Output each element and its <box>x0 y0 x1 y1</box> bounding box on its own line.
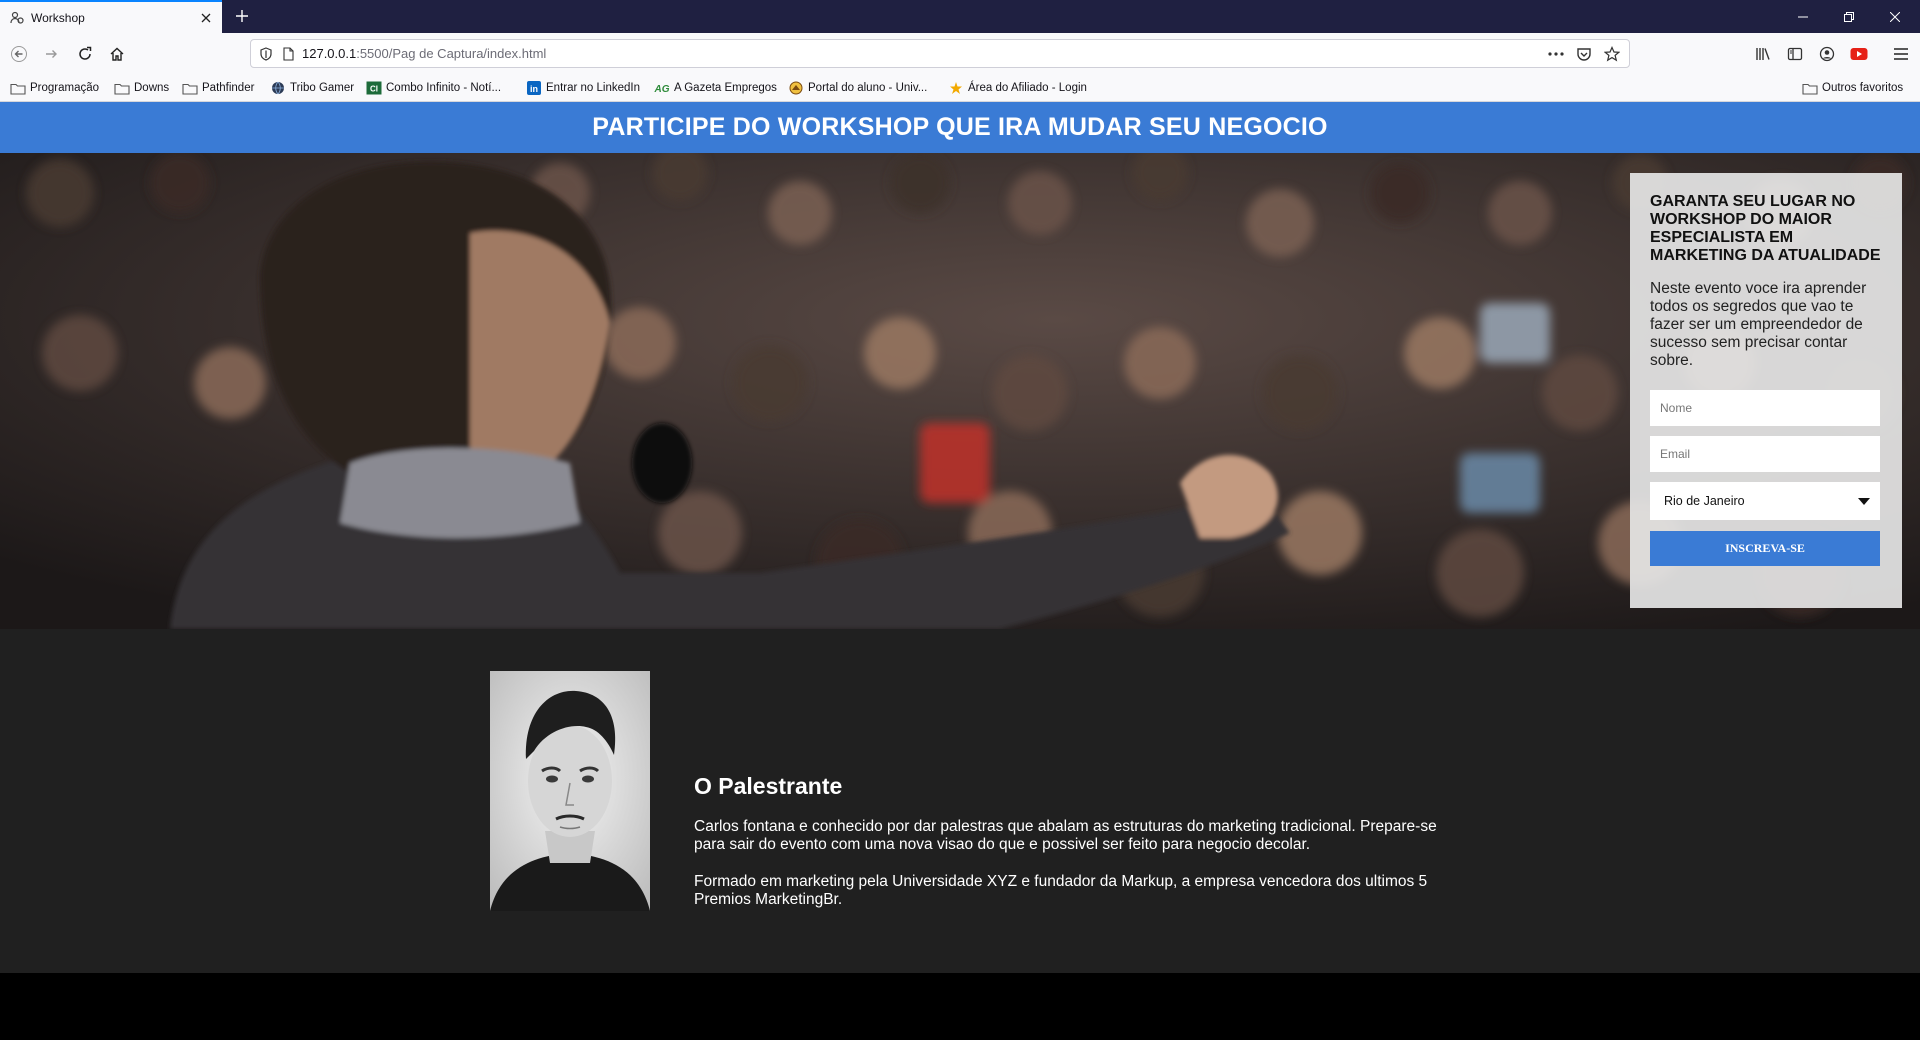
menu-icon[interactable] <box>1888 41 1914 67</box>
folder-icon <box>1802 81 1818 95</box>
bookmark-combo-infinito[interactable]: CI Combo Infinito - Notí... <box>366 80 501 96</box>
bookmark-portal-aluno[interactable]: Portal do aluno - Univ... <box>788 80 927 96</box>
browser-tab-workshop[interactable]: Workshop <box>0 0 222 33</box>
bookmark-star-icon[interactable] <box>1603 45 1621 63</box>
page-actions-icon[interactable] <box>1547 45 1565 63</box>
folder-icon <box>114 81 130 95</box>
pocket-icon[interactable] <box>1575 45 1593 63</box>
email-field[interactable] <box>1650 436 1880 472</box>
bookmark-label: Área do Afiliado - Login <box>968 82 1087 94</box>
bookmark-programacao[interactable]: Programação <box>10 80 99 96</box>
gazeta-icon: AG <box>654 81 670 95</box>
bookmark-label: A Gazeta Empregos <box>674 82 777 94</box>
bookmark-label: Entrar no LinkedIn <box>546 82 640 94</box>
svg-text:AG: AG <box>654 84 670 95</box>
url-text[interactable]: 127.0.0.1:5500/Pag de Captura/index.html <box>302 46 1547 61</box>
bookmark-label: Portal do aluno - Univ... <box>808 82 928 94</box>
city-select-value: Rio de Janeiro <box>1664 494 1745 508</box>
name-field[interactable] <box>1650 390 1880 426</box>
url-bar[interactable]: 127.0.0.1:5500/Pag de Captura/index.html <box>250 39 1630 68</box>
sidebar-icon[interactable] <box>1782 41 1808 67</box>
bookmarks-toolbar: Programação Downs Pathfinder Tribo Gamer… <box>0 74 1920 102</box>
browser-tabbar: Workshop <box>0 0 1920 33</box>
form-description: Neste evento voce ira aprender todos os … <box>1650 280 1867 369</box>
top-banner: PARTICIPE DO WORKSHOP QUE IRA MUDAR SEU … <box>0 102 1920 153</box>
speaker-bio-paragraph: Carlos fontana e conhecido por dar pales… <box>694 818 1437 853</box>
forward-icon[interactable] <box>38 41 64 67</box>
tab-title: Workshop <box>31 10 85 25</box>
subscribe-button[interactable]: INSCREVA-SE <box>1650 531 1880 566</box>
page-viewport: PARTICIPE DO WORKSHOP QUE IRA MUDAR SEU … <box>0 102 1920 1040</box>
bookmark-tribo-gamer[interactable]: Tribo Gamer <box>270 80 354 96</box>
youtube-extension-icon[interactable] <box>1846 41 1872 67</box>
new-tab-icon[interactable] <box>232 6 252 26</box>
hero-section: GARANTA SEU LUGAR NO WORKSHOP DO MAIOR E… <box>0 153 1920 629</box>
minimize-window-icon[interactable] <box>1780 0 1826 33</box>
bookmark-gazeta[interactable]: AG A Gazeta Empregos <box>654 80 777 96</box>
affiliate-icon <box>948 81 964 95</box>
page-info-icon[interactable] <box>280 46 296 62</box>
tracking-shield-icon[interactable] <box>258 46 274 62</box>
url-path: :5500/Pag de Captura/index.html <box>356 46 547 61</box>
close-tab-icon[interactable] <box>198 10 214 26</box>
svg-text:in: in <box>530 84 538 94</box>
account-icon[interactable] <box>1814 41 1840 67</box>
folder-icon <box>10 81 26 95</box>
signup-form-card: GARANTA SEU LUGAR NO WORKSHOP DO MAIOR E… <box>1630 173 1902 608</box>
back-icon[interactable] <box>6 41 32 67</box>
bookmark-label: Tribo Gamer <box>290 82 355 94</box>
speaker-portrait <box>490 671 650 911</box>
bookmark-label: Downs <box>134 82 170 94</box>
bookmark-label: Outros favoritos <box>1822 82 1904 94</box>
tab-favicon-icon <box>9 10 25 26</box>
portal-icon <box>788 81 804 95</box>
globe-icon <box>270 81 286 95</box>
banner-title: PARTICIPE DO WORKSHOP QUE IRA MUDAR SEU … <box>592 113 1328 141</box>
speaker-section: O Palestrante Carlos fontana e conhecido… <box>0 629 1920 973</box>
library-icon[interactable] <box>1750 41 1776 67</box>
bookmark-downs[interactable]: Downs <box>114 80 169 96</box>
caret-down-icon <box>1858 492 1870 510</box>
close-window-icon[interactable] <box>1872 0 1918 33</box>
bookmark-label: Programação <box>30 82 100 94</box>
bookmark-linkedin[interactable]: in Entrar no LinkedIn <box>526 80 640 96</box>
bookmark-area-afiliado[interactable]: Área do Afiliado - Login <box>948 80 1087 96</box>
reload-icon[interactable] <box>72 41 98 67</box>
speaker-heading: O Palestrante <box>694 773 843 799</box>
form-title: GARANTA SEU LUGAR NO WORKSHOP DO MAIOR E… <box>1650 193 1881 264</box>
folder-icon <box>182 81 198 95</box>
svg-text:CI: CI <box>370 85 378 94</box>
city-select[interactable]: Rio de Janeiro <box>1650 482 1880 520</box>
site-icon: CI <box>366 81 382 95</box>
bookmark-label: Pathfinder <box>202 82 255 94</box>
browser-navbar: 127.0.0.1:5500/Pag de Captura/index.html <box>0 33 1920 74</box>
speaker-credentials-paragraph: Formado em marketing pela Universidade X… <box>694 873 1428 908</box>
url-host: 127.0.0.1 <box>302 46 357 61</box>
speaker-text: O Palestrante Carlos fontana e conhecido… <box>694 773 1454 909</box>
restore-window-icon[interactable] <box>1826 0 1872 33</box>
home-icon[interactable] <box>104 41 130 67</box>
bookmark-outros-favoritos[interactable]: Outros favoritos <box>1802 80 1903 96</box>
linkedin-icon: in <box>526 81 542 95</box>
bookmark-pathfinder[interactable]: Pathfinder <box>182 80 254 96</box>
bookmark-label: Combo Infinito - Notí... <box>386 82 502 94</box>
